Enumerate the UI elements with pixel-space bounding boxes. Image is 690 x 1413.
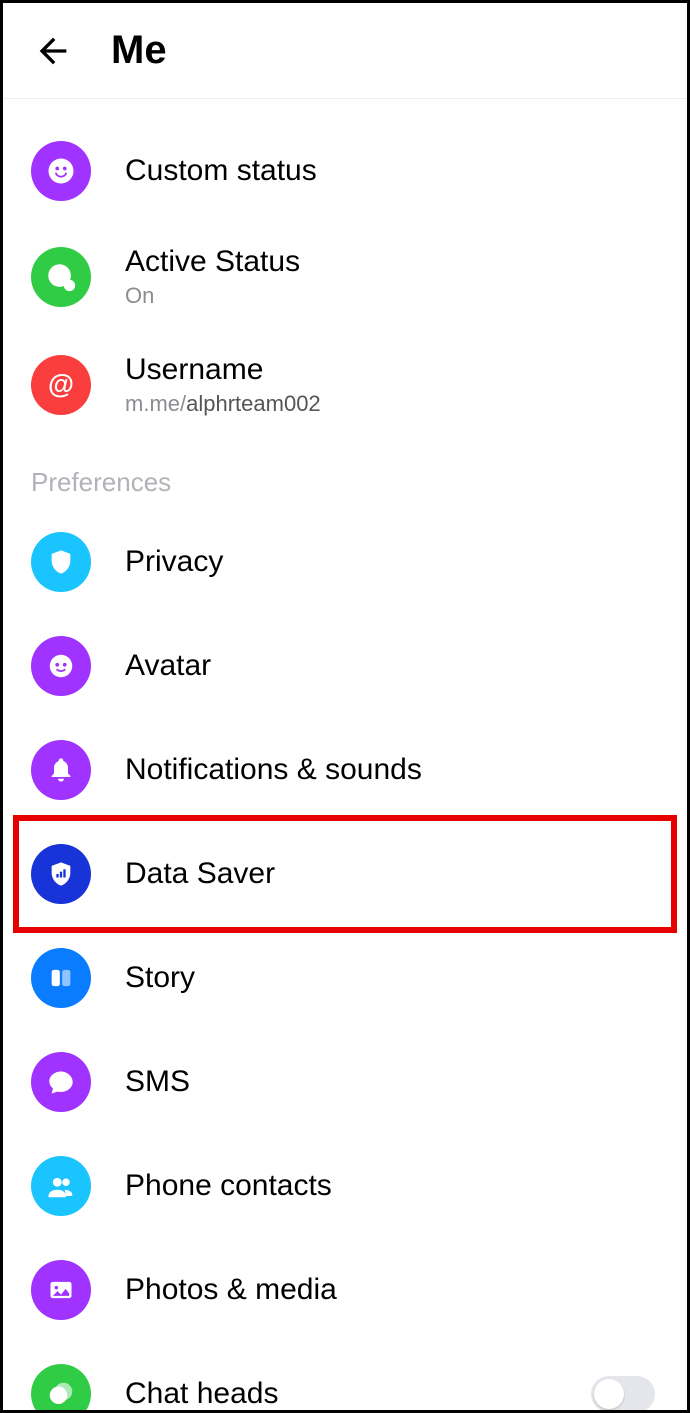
toggle-knob	[594, 1379, 624, 1409]
row-label: Photos & media	[125, 1273, 337, 1307]
row-sublabel: On	[125, 283, 300, 309]
row-label: SMS	[125, 1065, 190, 1099]
image-icon	[31, 1260, 91, 1320]
row-label: Notifications & sounds	[125, 753, 422, 787]
row-notifications[interactable]: Notifications & sounds	[3, 718, 687, 822]
row-phone-contacts[interactable]: Phone contacts	[3, 1134, 687, 1238]
row-chat-heads[interactable]: Chat heads	[3, 1342, 687, 1413]
row-label: Custom status	[125, 154, 317, 188]
row-photos-media[interactable]: Photos & media	[3, 1238, 687, 1342]
row-sublabel: m.me/alphrteam002	[125, 391, 321, 417]
story-icon	[31, 948, 91, 1008]
row-sms[interactable]: SMS	[3, 1030, 687, 1134]
section-header-preferences: Preferences	[3, 439, 687, 510]
active-status-icon	[31, 247, 91, 307]
row-label: Phone contacts	[125, 1169, 332, 1203]
row-data-saver[interactable]: Data Saver	[3, 822, 687, 926]
smiley-icon	[31, 141, 91, 201]
row-label: Username	[125, 353, 321, 387]
header: Me	[3, 3, 687, 99]
page-title: Me	[111, 28, 167, 73]
at-sign-icon: @	[31, 355, 91, 415]
row-avatar[interactable]: Avatar	[3, 614, 687, 718]
row-active-status[interactable]: Active Status On	[3, 223, 687, 331]
row-story[interactable]: Story	[3, 926, 687, 1030]
chat-heads-icon	[31, 1364, 91, 1413]
row-label: Active Status	[125, 245, 300, 279]
row-privacy[interactable]: Privacy	[3, 510, 687, 614]
chat-heads-toggle[interactable]	[591, 1376, 655, 1412]
svg-text:@: @	[48, 369, 74, 399]
avatar-face-icon	[31, 636, 91, 696]
data-saver-shield-icon	[31, 844, 91, 904]
row-label: Chat heads	[125, 1377, 278, 1411]
contacts-icon	[31, 1156, 91, 1216]
settings-list: Custom status Active Status On @ Usernam…	[3, 99, 687, 1413]
bell-icon	[31, 740, 91, 800]
back-button[interactable]	[23, 21, 83, 81]
row-username[interactable]: @ Username m.me/alphrteam002	[3, 331, 687, 439]
shield-icon	[31, 532, 91, 592]
row-label: Avatar	[125, 649, 211, 683]
row-label: Data Saver	[125, 857, 275, 891]
arrow-left-icon	[33, 31, 73, 71]
row-custom-status[interactable]: Custom status	[3, 119, 687, 223]
chat-bubble-icon	[31, 1052, 91, 1112]
row-label: Story	[125, 961, 195, 995]
row-label: Privacy	[125, 545, 223, 579]
